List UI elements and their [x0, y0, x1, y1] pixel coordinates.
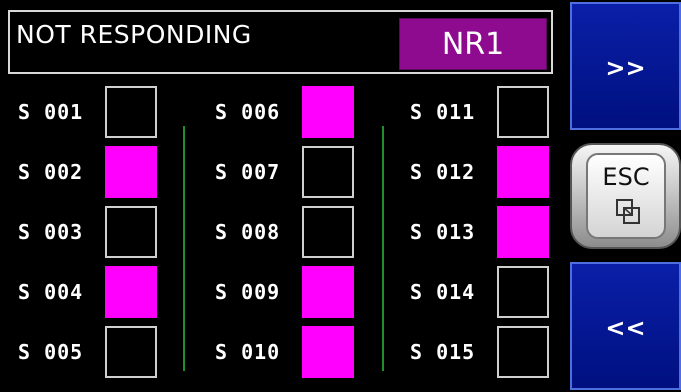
- prev-page-button[interactable]: <<: [570, 262, 681, 390]
- station-label: S 001: [18, 100, 84, 124]
- station-indicator: [302, 146, 354, 198]
- station-label: S 013: [410, 220, 476, 244]
- station-label: S 011: [410, 100, 476, 124]
- station-indicator: [497, 266, 549, 318]
- station-label: S 015: [410, 340, 476, 364]
- station-indicator: [497, 86, 549, 138]
- station-label: S 010: [215, 340, 281, 364]
- station-indicator: [497, 206, 549, 258]
- station-indicator: [105, 326, 157, 378]
- status-header: NOT RESPONDING NR1: [8, 10, 553, 74]
- station-label: S 007: [215, 160, 281, 184]
- esc-button[interactable]: ESC: [570, 143, 681, 249]
- station-indicator: [302, 266, 354, 318]
- window-layers-icon: [616, 199, 640, 224]
- esc-button-face: ESC: [586, 153, 666, 239]
- side-nav-panel: >> ESC <<: [570, 0, 681, 390]
- status-code-badge: NR1: [399, 18, 547, 70]
- station-label: S 003: [18, 220, 84, 244]
- column-divider: [382, 126, 384, 371]
- station-indicator: [302, 206, 354, 258]
- station-label: S 002: [18, 160, 84, 184]
- station-indicator: [105, 86, 157, 138]
- station-indicator: [105, 206, 157, 258]
- station-indicator: [302, 86, 354, 138]
- station-label: S 012: [410, 160, 476, 184]
- status-title: NOT RESPONDING: [16, 20, 252, 49]
- station-label: S 004: [18, 280, 84, 304]
- station-label: S 009: [215, 280, 281, 304]
- station-label: S 008: [215, 220, 281, 244]
- station-indicator: [497, 326, 549, 378]
- station-label: S 005: [18, 340, 84, 364]
- station-indicator: [105, 266, 157, 318]
- station-indicator: [302, 326, 354, 378]
- next-page-button[interactable]: >>: [570, 2, 681, 130]
- station-label: S 014: [410, 280, 476, 304]
- station-label: S 006: [215, 100, 281, 124]
- station-indicator: [105, 146, 157, 198]
- esc-label: ESC: [602, 163, 650, 191]
- column-divider: [183, 126, 185, 371]
- station-indicator: [497, 146, 549, 198]
